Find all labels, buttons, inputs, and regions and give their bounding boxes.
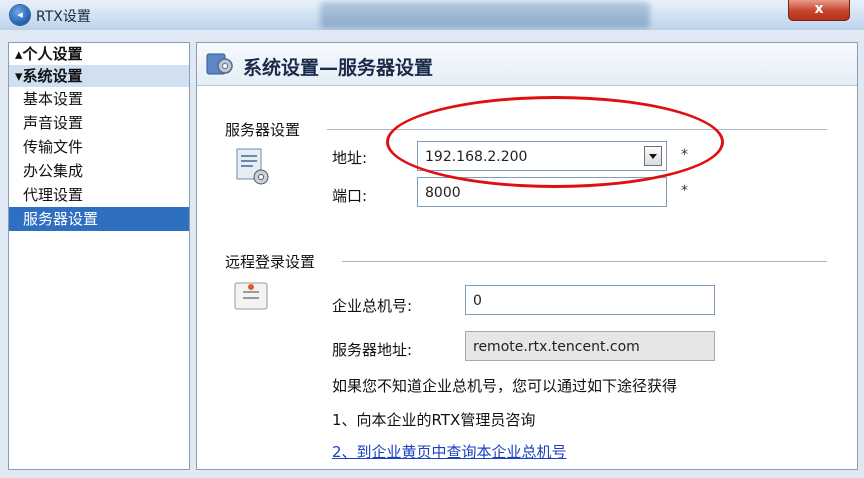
title-bar: ◂ RTX设置 x: [0, 0, 864, 31]
help-step-1: 1、向本企业的RTX管理员咨询: [332, 411, 536, 429]
page-title: 系统设置—服务器设置: [243, 57, 434, 79]
server-section-divider: [327, 129, 827, 130]
server-address-field: remote.rtx.tencent.com: [465, 331, 715, 361]
title-bar-background: [320, 2, 650, 28]
server-settings-panel: 系统设置—服务器设置 服务器设置 地址: 192.168.2.200 * 端口:…: [196, 42, 858, 470]
server-section-label: 服务器设置: [225, 119, 307, 140]
sidebar-item-sound[interactable]: 声音设置: [9, 111, 189, 135]
close-button[interactable]: x: [788, 0, 850, 21]
remote-section-divider: [342, 261, 827, 262]
settings-gear-icon: [206, 53, 233, 75]
company-number-value: 0: [473, 293, 482, 309]
sidebar-item-office[interactable]: 办公集成: [9, 159, 189, 183]
sidebar-item-proxy[interactable]: 代理设置: [9, 183, 189, 207]
window-title: RTX设置: [36, 9, 91, 25]
sidebar-item-basic[interactable]: 基本设置: [9, 87, 189, 111]
sidebar-group-system[interactable]: ▾系统设置: [9, 65, 189, 87]
settings-sidebar: ▴个人设置 ▾系统设置 基本设置 声音设置 传输文件 办公集成 代理设置 服务器…: [8, 42, 190, 470]
company-number-label: 企业总机号:: [332, 297, 413, 315]
server-config-icon: [236, 148, 269, 185]
company-number-hint: 如果您不知道企业总机号，您可以通过如下途径获得: [332, 377, 678, 395]
remote-section-label: 远程登录设置: [225, 251, 322, 272]
company-number-input[interactable]: 0: [465, 285, 715, 315]
settings-frame: ▴个人设置 ▾系统设置 基本设置 声音设置 传输文件 办公集成 代理设置 服务器…: [0, 30, 864, 478]
address-value: 192.168.2.200: [425, 149, 528, 165]
sidebar-item-server[interactable]: 服务器设置: [9, 207, 189, 231]
server-address-value: remote.rtx.tencent.com: [473, 339, 640, 355]
panel-header: 系统设置—服务器设置: [197, 43, 857, 86]
sidebar-group-personal[interactable]: ▴个人设置: [9, 43, 189, 65]
port-label: 端口:: [332, 187, 368, 205]
dropdown-arrow-icon[interactable]: [644, 146, 662, 166]
yellow-pages-link[interactable]: 2、到企业黄页中查询本企业总机号: [332, 441, 567, 462]
address-label: 地址:: [332, 149, 368, 167]
port-required-mark: *: [681, 183, 688, 199]
address-required-mark: *: [681, 147, 688, 163]
address-dropdown[interactable]: 192.168.2.200: [417, 141, 667, 171]
server-address-label: 服务器地址:: [332, 341, 413, 359]
rtx-app-icon: ◂: [10, 5, 30, 25]
port-input[interactable]: 8000: [417, 177, 667, 207]
sidebar-item-file-transfer[interactable]: 传输文件: [9, 135, 189, 159]
port-value: 8000: [425, 185, 461, 201]
remote-login-icon: [234, 282, 268, 310]
